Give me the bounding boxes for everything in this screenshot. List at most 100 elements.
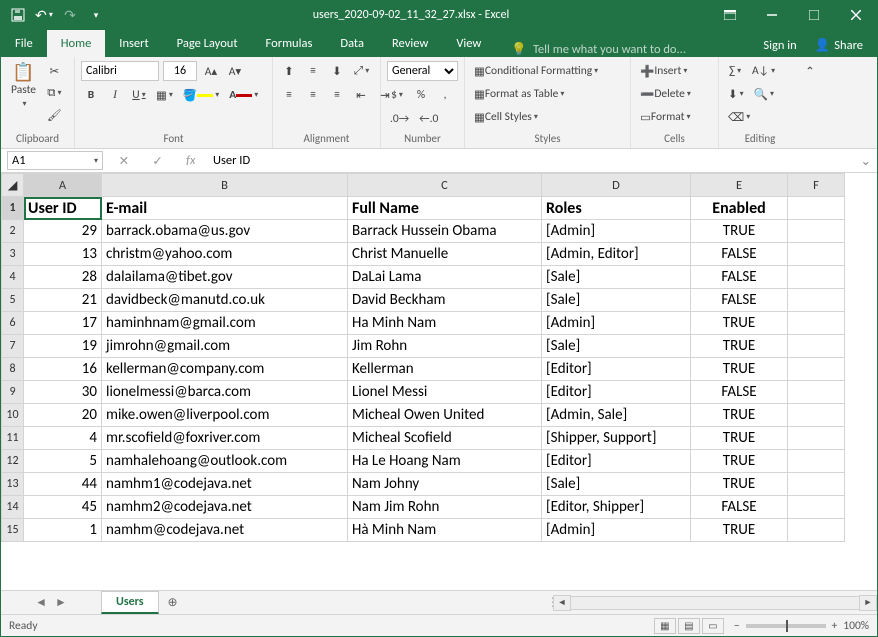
cell[interactable]: Hà Minh Nam (348, 519, 542, 542)
cell[interactable]: 19 (24, 335, 102, 358)
sheet-nav-prev-icon[interactable]: ◄ (35, 595, 47, 610)
cell[interactable]: christm@yahoo.com (102, 243, 348, 266)
cell[interactable]: [Sale] (542, 473, 691, 496)
cell[interactable]: User ID (24, 197, 102, 220)
increase-decimal-button[interactable]: .0→ (387, 109, 412, 129)
zoom-level[interactable]: 100% (843, 619, 869, 633)
cell[interactable] (788, 427, 845, 450)
cell[interactable]: lionelmessi@barca.com (102, 381, 348, 404)
cell[interactable]: [Sale] (542, 335, 691, 358)
col-header-B[interactable]: B (102, 174, 348, 197)
new-sheet-button[interactable]: ⊕ (159, 591, 187, 614)
insert-cells-button[interactable]: ➕ Insert▾ (637, 61, 717, 81)
cell[interactable]: DaLai Lama (348, 266, 542, 289)
sheet-nav-next-icon[interactable]: ► (55, 595, 67, 610)
cell[interactable]: Roles (542, 197, 691, 220)
cut-button[interactable]: ✂ (44, 61, 65, 81)
cell[interactable]: TRUE (691, 358, 788, 381)
clear-button[interactable]: ⌫▾ (725, 107, 753, 127)
cell[interactable]: TRUE (691, 473, 788, 496)
cell[interactable]: 44 (24, 473, 102, 496)
row-header[interactable]: 4 (2, 266, 24, 289)
cell[interactable] (788, 381, 845, 404)
cell[interactable]: Christ Manuelle (348, 243, 542, 266)
align-top-button[interactable]: ⬆ (279, 61, 299, 81)
cell[interactable] (788, 243, 845, 266)
cell[interactable]: 45 (24, 496, 102, 519)
qat-customize-icon[interactable]: ▾ (87, 6, 105, 24)
cell[interactable]: 21 (24, 289, 102, 312)
cell[interactable]: [Editor] (542, 358, 691, 381)
row-header[interactable]: 1 (2, 197, 24, 220)
page-layout-view-button[interactable]: ▤ (678, 618, 700, 634)
row-header[interactable]: 6 (2, 312, 24, 335)
scroll-right-button[interactable]: ► (859, 595, 877, 611)
cell[interactable] (788, 473, 845, 496)
cell[interactable]: 28 (24, 266, 102, 289)
row-header[interactable]: 12 (2, 450, 24, 473)
cell[interactable]: [Shipper, Support] (542, 427, 691, 450)
cell[interactable]: TRUE (691, 404, 788, 427)
cell[interactable]: 16 (24, 358, 102, 381)
minimize-icon[interactable] (751, 1, 793, 29)
select-all-button[interactable]: ◢ (2, 174, 24, 197)
cell[interactable]: mr.scofield@foxriver.com (102, 427, 348, 450)
tab-home[interactable]: Home (47, 30, 106, 57)
cell[interactable]: Jim Rohn (348, 335, 542, 358)
row-header[interactable]: 14 (2, 496, 24, 519)
cell[interactable] (788, 404, 845, 427)
sort-filter-button[interactable]: A↓▾ (749, 61, 778, 81)
cell[interactable]: [Sale] (542, 266, 691, 289)
cell[interactable]: [Sale] (542, 289, 691, 312)
cell[interactable]: 4 (24, 427, 102, 450)
cell[interactable]: 1 (24, 519, 102, 542)
cell[interactable]: Ha Minh Nam (348, 312, 542, 335)
cell[interactable]: Nam Jim Rohn (348, 496, 542, 519)
expand-formula-bar-button[interactable]: ⌄ (855, 153, 877, 169)
tell-me-search[interactable]: 💡 Tell me what you want to do... (495, 42, 763, 57)
cell[interactable]: FALSE (691, 496, 788, 519)
cell[interactable]: Nam Johny (348, 473, 542, 496)
row-header[interactable]: 11 (2, 427, 24, 450)
cell[interactable] (788, 496, 845, 519)
redo-icon[interactable]: ↷ (61, 6, 79, 24)
format-painter-button[interactable]: 🖌 (44, 105, 65, 125)
bold-button[interactable]: B (81, 85, 101, 105)
cell[interactable] (788, 289, 845, 312)
cell[interactable]: [Admin, Editor] (542, 243, 691, 266)
cell[interactable]: TRUE (691, 427, 788, 450)
cell[interactable]: 29 (24, 220, 102, 243)
decrease-indent-button[interactable]: ⇤ (351, 85, 371, 105)
cell[interactable]: Ha Le Hoang Nam (348, 450, 542, 473)
row-header[interactable]: 10 (2, 404, 24, 427)
cell[interactable]: mike.owen@liverpool.com (102, 404, 348, 427)
collapse-ribbon-button[interactable]: ⌃ (800, 61, 820, 81)
share-button[interactable]: 👤 Share (807, 34, 871, 57)
increase-font-button[interactable]: A▴ (201, 61, 221, 81)
cell[interactable]: 13 (24, 243, 102, 266)
row-header[interactable]: 15 (2, 519, 24, 542)
decrease-font-button[interactable]: A▾ (225, 61, 245, 81)
row-header[interactable]: 7 (2, 335, 24, 358)
cell[interactable]: 17 (24, 312, 102, 335)
format-as-table-button[interactable]: ▦ Format as Table▾ (471, 84, 629, 104)
align-bottom-button[interactable]: ⬇ (327, 61, 347, 81)
cell[interactable]: TRUE (691, 519, 788, 542)
col-header-F[interactable]: F (788, 174, 845, 197)
cell[interactable] (788, 450, 845, 473)
decrease-decimal-button[interactable]: ←.0 (416, 109, 441, 129)
normal-view-button[interactable]: ▦ (654, 618, 676, 634)
cell[interactable] (788, 266, 845, 289)
comma-button[interactable]: , (435, 85, 455, 105)
tab-insert[interactable]: Insert (105, 30, 162, 57)
cell[interactable]: 30 (24, 381, 102, 404)
col-header-C[interactable]: C (348, 174, 542, 197)
cell[interactable]: TRUE (691, 220, 788, 243)
cell[interactable]: [Admin] (542, 220, 691, 243)
fill-button[interactable]: ⬇▾ (725, 84, 747, 104)
font-name-input[interactable] (81, 61, 159, 81)
col-header-D[interactable]: D (542, 174, 691, 197)
col-header-A[interactable]: A (24, 174, 102, 197)
conditional-formatting-button[interactable]: ▦ Conditional Formatting▾ (471, 61, 629, 81)
formula-input[interactable]: User ID (207, 153, 855, 168)
